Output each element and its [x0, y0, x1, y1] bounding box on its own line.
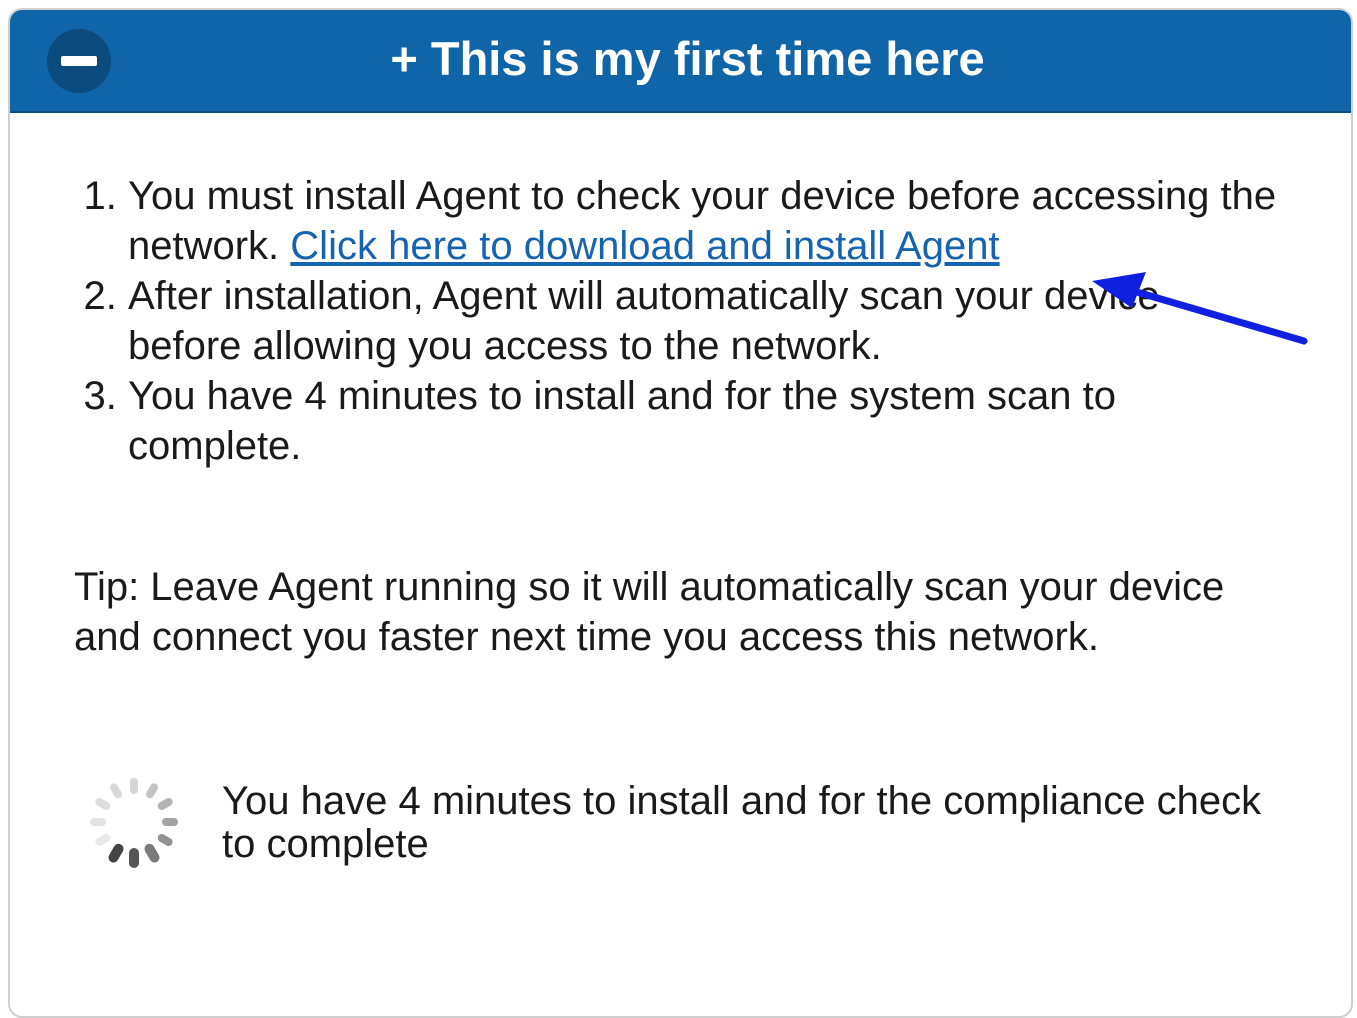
panel-header[interactable]: + This is my first time here: [10, 10, 1351, 113]
step-3: You have 4 minutes to install and for th…: [128, 371, 1278, 471]
step-2-text: After installation, Agent will automatic…: [128, 274, 1160, 368]
step-2: After installation, Agent will automatic…: [128, 271, 1278, 371]
step-1: You must install Agent to check your dev…: [128, 171, 1278, 271]
timer-message: You have 4 minutes to install and for th…: [222, 779, 1262, 866]
download-agent-link[interactable]: Click here to download and install Agent: [290, 224, 999, 268]
first-time-panel: + This is my first time here: [8, 8, 1353, 1018]
tip-text: Tip: Leave Agent running so it will auto…: [74, 565, 1225, 659]
step-3-text: You have 4 minutes to install and for th…: [128, 374, 1116, 468]
instructions-list: You must install Agent to check your dev…: [76, 171, 1278, 471]
panel-title[interactable]: + This is my first time here: [10, 32, 1351, 86]
loading-spinner-icon: [90, 778, 178, 868]
